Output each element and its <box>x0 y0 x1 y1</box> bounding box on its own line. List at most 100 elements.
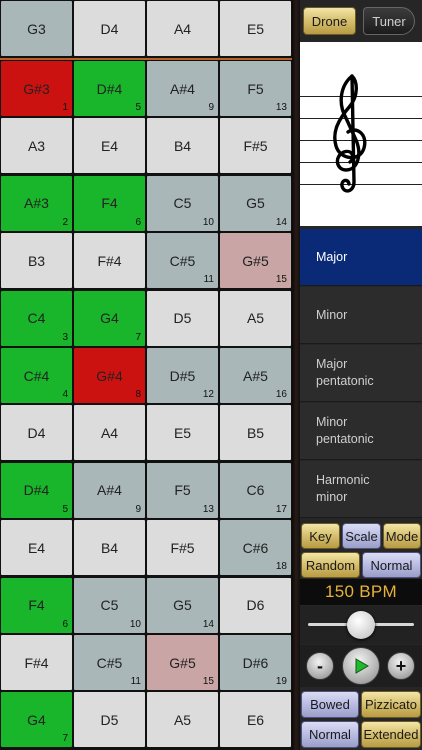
note-cell[interactable]: F4 6 <box>74 175 145 231</box>
note-cell[interactable]: E5 <box>147 405 218 461</box>
mode-tab[interactable]: Mode <box>383 523 421 549</box>
note-name: D4 <box>100 20 119 37</box>
note-name: G#5 <box>169 654 196 671</box>
note-cell[interactable]: A#4 9 <box>147 61 218 116</box>
normal-range-button[interactable]: Normal <box>301 721 359 748</box>
note-cell[interactable]: F#5 <box>220 118 291 174</box>
note-name: F#5 <box>243 137 268 154</box>
tempo-increase-button[interactable]: + <box>387 652 415 680</box>
tempo-decrease-button[interactable]: - <box>306 652 334 680</box>
scale-degree-number: 7 <box>135 331 141 343</box>
note-name: A4 <box>173 20 192 37</box>
note-name: G5 <box>246 195 265 212</box>
note-name: A5 <box>246 310 265 327</box>
note-cell[interactable]: D4 <box>1 405 72 461</box>
note-cell[interactable]: G5 14 <box>147 577 218 633</box>
note-name: A#5 <box>243 367 268 384</box>
normal-order-button[interactable]: Normal <box>362 552 421 578</box>
note-cell[interactable]: C#4 4 <box>1 348 72 403</box>
note-cell[interactable]: G5 14 <box>220 175 291 231</box>
note-cell[interactable]: A4 <box>74 405 145 461</box>
note-name: C5 <box>100 597 119 614</box>
note-name: F#5 <box>170 539 195 556</box>
note-cell[interactable]: F#4 <box>1 635 72 690</box>
note-cell[interactable]: A#5 16 <box>220 348 291 403</box>
key-tab[interactable]: Key <box>301 523 340 549</box>
note-name: A#4 <box>97 482 122 499</box>
note-cell[interactable]: D#4 5 <box>1 462 72 518</box>
note-cell[interactable]: D#5 12 <box>147 348 218 403</box>
note-cell[interactable]: C#5 11 <box>147 233 218 289</box>
note-name: G#4 <box>96 367 123 384</box>
note-name: F#4 <box>97 252 122 269</box>
scale-degree-number: 2 <box>62 216 68 228</box>
note-cell[interactable]: E4 <box>1 520 72 576</box>
note-cell[interactable]: G#3 1 <box>1 61 72 116</box>
scale-option-label: Harmonic minor <box>316 473 370 504</box>
note-cell[interactable]: G#4 8 <box>74 348 145 403</box>
note-name: B4 <box>173 137 192 154</box>
note-cell[interactable]: F5 13 <box>147 462 218 518</box>
scale-option[interactable]: Major pentatonic <box>300 345 422 402</box>
note-name: B4 <box>100 539 119 556</box>
note-name: D#5 <box>169 367 196 384</box>
note-cell[interactable]: A5 <box>147 692 218 748</box>
note-cell[interactable]: E5 <box>220 1 291 56</box>
note-cell[interactable]: D5 <box>74 692 145 748</box>
note-cell[interactable]: G4 7 <box>74 290 145 346</box>
pizzicato-button[interactable]: Pizzicato <box>361 691 421 718</box>
note-name: A3 <box>27 137 46 154</box>
extended-range-button[interactable]: Extended <box>361 721 421 748</box>
note-cell[interactable]: F4 6 <box>1 577 72 633</box>
note-cell[interactable]: C5 10 <box>74 577 145 633</box>
note-cell[interactable]: F5 13 <box>220 61 291 116</box>
tuner-button[interactable]: Tuner <box>363 7 415 35</box>
scale-option[interactable]: Major <box>300 229 422 286</box>
note-cell[interactable]: G#5 15 <box>220 233 291 289</box>
note-cell[interactable]: C#5 11 <box>74 635 145 690</box>
note-cell[interactable]: B5 <box>220 405 291 461</box>
note-cell[interactable]: A4 <box>147 1 218 56</box>
note-cell[interactable]: D#6 19 <box>220 635 291 690</box>
note-cell[interactable]: E4 <box>74 118 145 174</box>
note-cell[interactable]: D5 <box>147 290 218 346</box>
slider-thumb[interactable] <box>347 611 375 639</box>
note-cell[interactable]: F#5 <box>147 520 218 576</box>
note-cell[interactable]: D4 <box>74 1 145 56</box>
scale-option[interactable]: Minor pentatonic <box>300 403 422 460</box>
note-cell[interactable]: C5 10 <box>147 175 218 231</box>
note-cell[interactable]: F#4 <box>74 233 145 289</box>
note-name: E5 <box>173 424 192 441</box>
note-cell[interactable]: G3 <box>1 1 72 56</box>
scale-degree-number: 4 <box>62 389 68 400</box>
scale-tab[interactable]: Scale <box>342 523 381 549</box>
play-button[interactable] <box>342 647 380 685</box>
note-cell[interactable]: B3 <box>1 233 72 289</box>
note-cell[interactable]: C4 3 <box>1 290 72 346</box>
tempo-slider[interactable] <box>300 606 422 644</box>
scale-degree-number: 15 <box>202 676 214 687</box>
note-cell[interactable]: C#6 18 <box>220 520 291 576</box>
random-order-button[interactable]: Random <box>301 552 360 578</box>
note-cell[interactable]: A#4 9 <box>74 462 145 518</box>
note-cell[interactable]: E6 <box>220 692 291 748</box>
note-cell[interactable]: B4 <box>74 520 145 576</box>
note-cell[interactable]: B4 <box>147 118 218 174</box>
note-name: C4 <box>27 310 46 327</box>
scale-degree-number: 13 <box>275 102 287 113</box>
note-cell[interactable]: D6 <box>220 577 291 633</box>
scale-option[interactable]: Minor <box>300 287 422 344</box>
bowed-button[interactable]: Bowed <box>301 691 359 718</box>
note-name: F#4 <box>24 654 49 671</box>
note-cell[interactable]: G4 7 <box>1 692 72 748</box>
scale-degree-number: 9 <box>135 503 141 515</box>
drone-button[interactable]: Drone <box>303 7 356 35</box>
scale-option[interactable]: Harmonic minor <box>300 461 422 518</box>
note-cell[interactable]: G#5 15 <box>147 635 218 690</box>
note-cell[interactable]: A3 <box>1 118 72 174</box>
note-cell[interactable]: C6 17 <box>220 462 291 518</box>
note-cell[interactable]: A5 <box>220 290 291 346</box>
note-cell[interactable]: A#3 2 <box>1 175 72 231</box>
note-name: A#4 <box>170 80 195 97</box>
note-cell[interactable]: D#4 5 <box>74 61 145 116</box>
